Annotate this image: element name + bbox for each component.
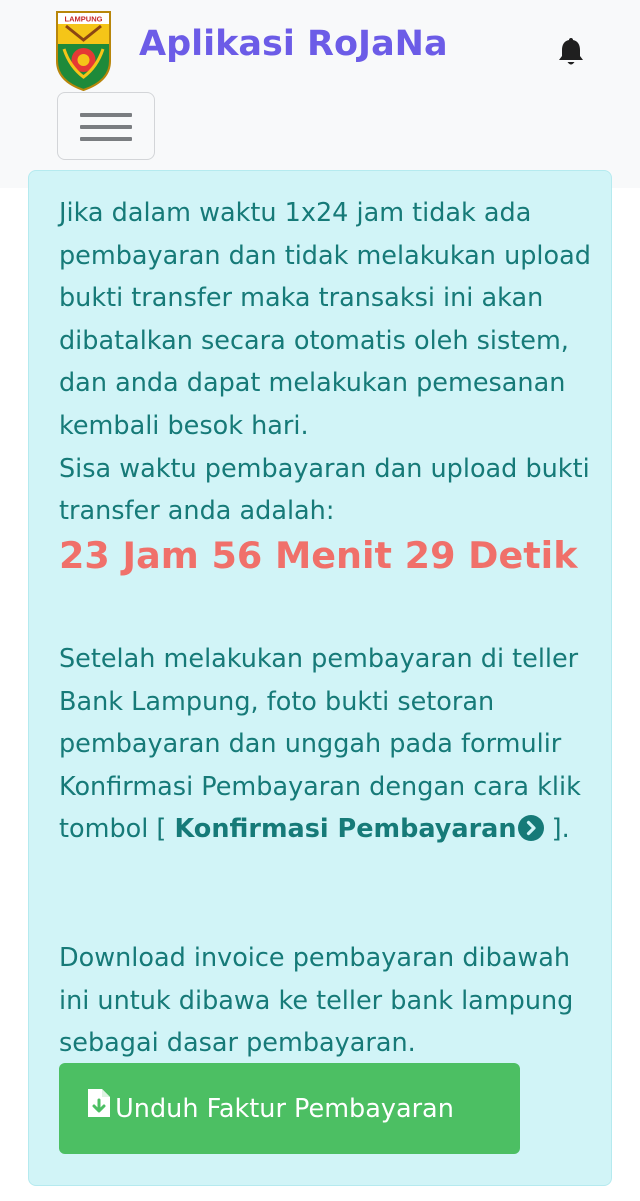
download-invoice-label: Unduh Faktur Pembayaran: [115, 1093, 454, 1124]
navbar: LAMPUNG Aplikasi RoJaNa: [0, 0, 640, 188]
info-paragraph-remaining-time: Sisa waktu pembayaran dan upload bukti t…: [59, 453, 590, 527]
konfirmasi-pembayaran-link[interactable]: Konfirmasi Pembayaran: [174, 814, 544, 845]
hamburger-icon: [80, 113, 132, 117]
lampung-logo[interactable]: LAMPUNG: [56, 11, 111, 91]
info-paragraph-download: Download invoice pembayaran dibawah ini …: [59, 943, 574, 1059]
navbar-toggler-button[interactable]: [57, 92, 155, 160]
logo-text: LAMPUNG: [65, 15, 103, 24]
hamburger-icon-line: [80, 137, 132, 141]
countdown-timer: 23 Jam 56 Menit 29 Detik: [59, 534, 578, 577]
download-invoice-button[interactable]: Unduh Faktur Pembayaran: [59, 1063, 520, 1154]
brand-title[interactable]: Aplikasi RoJaNa: [139, 24, 448, 64]
info-paragraph-confirmation: Setelah melakukan pembayaran di teller B…: [59, 638, 599, 851]
info-paragraph-cancellation: Jika dalam waktu 1x24 jam tidak ada pemb…: [59, 198, 591, 441]
chevron-right-circle-icon: [517, 815, 544, 842]
bell-icon[interactable]: [556, 35, 586, 67]
hamburger-icon-line: [80, 125, 132, 129]
file-download-icon: [88, 1088, 111, 1117]
confirmation-text-after: ].: [543, 814, 570, 845]
konfirmasi-pembayaran-label: Konfirmasi Pembayaran: [174, 814, 517, 845]
